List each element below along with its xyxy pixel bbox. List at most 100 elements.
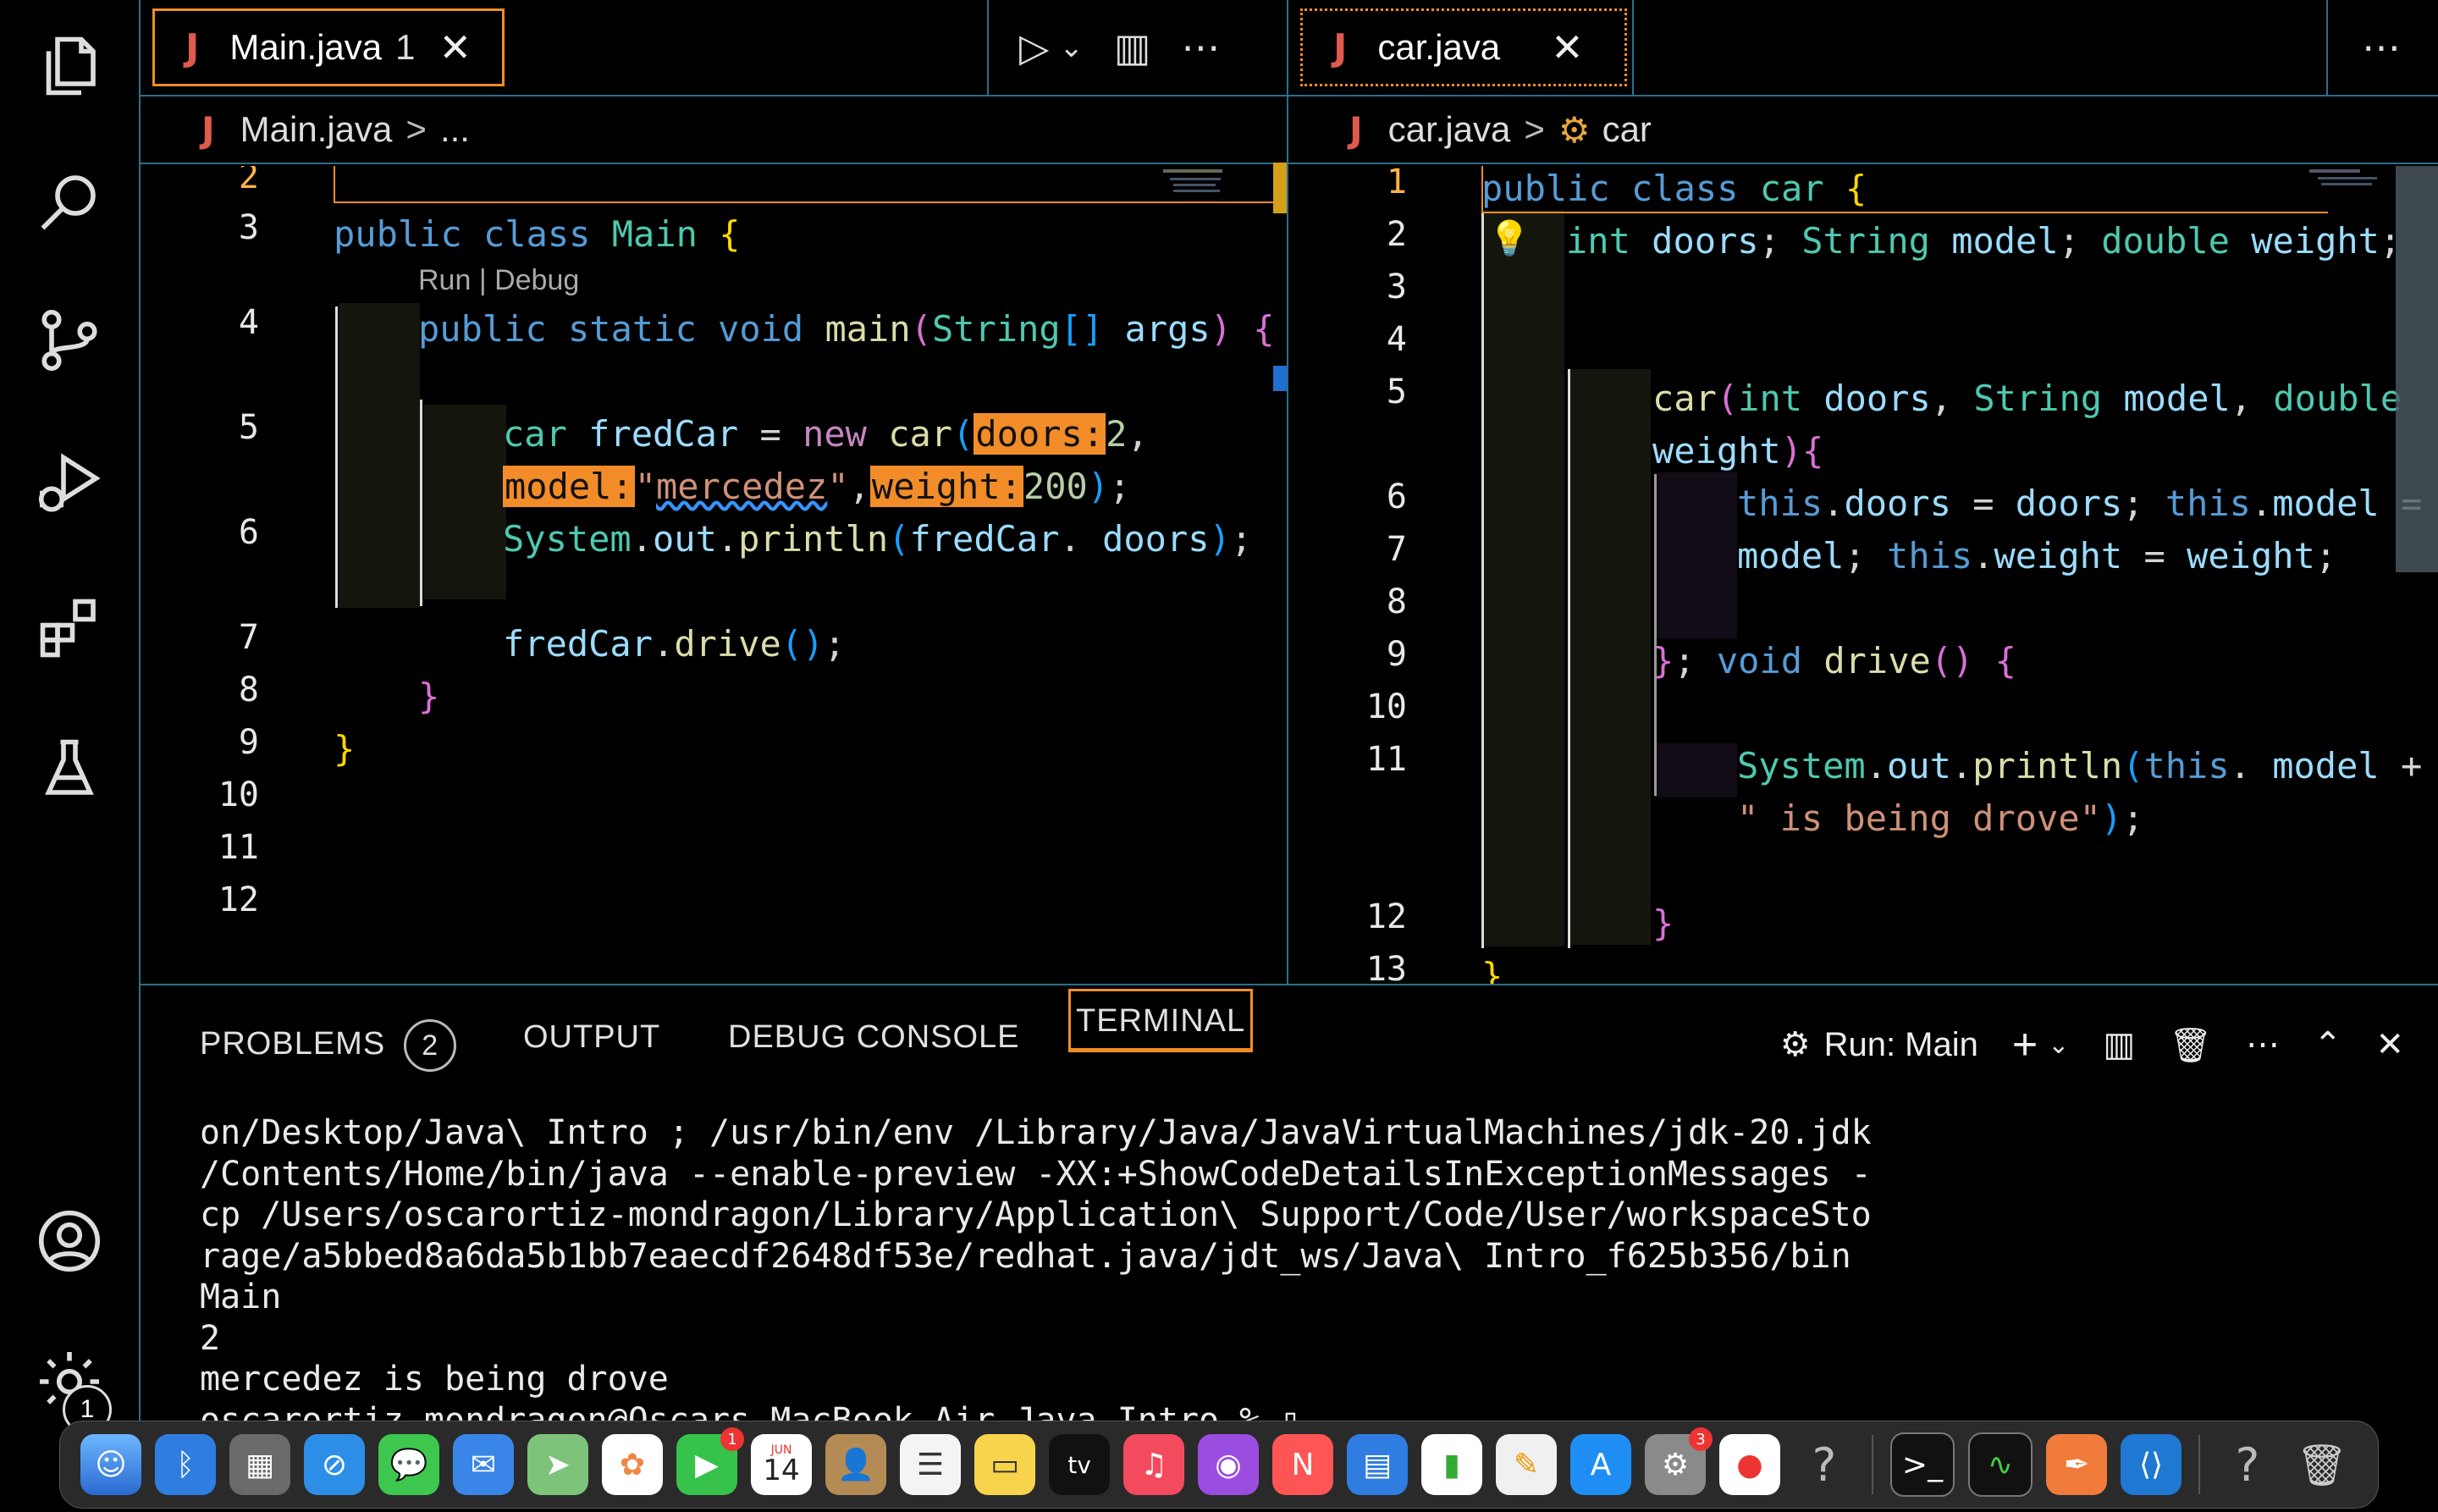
breadcrumb-separator: >: [1524, 109, 1545, 149]
vscode-icon[interactable]: ⟨⟩: [2121, 1434, 2182, 1495]
finder-icon[interactable]: ☺: [80, 1434, 141, 1495]
numbers-icon[interactable]: ▮: [1421, 1434, 1482, 1495]
tab-output[interactable]: OUTPUT: [523, 1019, 660, 1056]
bottom-panel: PROBLEMS 2 OUTPUT DEBUG CONSOLE TERMINAL …: [141, 984, 2438, 1454]
scrollbar-marker: [1273, 366, 1287, 391]
tab-problems[interactable]: PROBLEMS 2: [200, 1019, 457, 1072]
apple-tv-icon[interactable]: tv: [1049, 1434, 1110, 1495]
maximize-panel-icon[interactable]: ⌃: [2314, 1025, 2342, 1064]
breadcrumb-separator: >: [405, 109, 427, 149]
notes-icon[interactable]: ▭: [974, 1434, 1035, 1495]
code-line: System.out.println(fredCar. doors);: [503, 518, 1253, 560]
more-actions-icon[interactable]: ⋯: [2246, 1025, 2280, 1064]
terminal-output[interactable]: on/Desktop/Java\ Intro ; /usr/bin/env /L…: [200, 1112, 2353, 1441]
trash-icon[interactable]: 🗑: [2292, 1434, 2353, 1495]
class-symbol-icon: ⚙: [1558, 109, 1591, 150]
breadcrumb-symbol[interactable]: car: [1602, 109, 1652, 150]
unknown-app-icon[interactable]: ?: [1794, 1434, 1855, 1495]
chrome-icon[interactable]: ●: [1719, 1434, 1780, 1495]
app-store-icon[interactable]: A: [1570, 1434, 1631, 1495]
split-terminal-icon[interactable]: ▥: [2103, 1025, 2135, 1064]
terminal-app-icon[interactable]: >_: [1890, 1432, 1955, 1497]
split-editor-icon[interactable]: ▥: [1114, 25, 1150, 70]
line-number: 3: [238, 208, 259, 247]
lightbulb-icon[interactable]: 💡: [1488, 218, 1531, 258]
run-icon[interactable]: ▷: [1019, 25, 1049, 70]
safari-icon[interactable]: ⊘: [304, 1434, 365, 1495]
code-line: public class Main {: [334, 213, 741, 255]
breadcrumb-symbol[interactable]: ...: [440, 109, 470, 150]
settings-badge: 3: [1689, 1427, 1713, 1451]
tab-debug-console[interactable]: DEBUG CONSOLE: [728, 1019, 1020, 1056]
code-editor-car[interactable]: 1 2 3 4 5 6 7 8 9 10 11 12 13 public cla…: [1288, 166, 2438, 984]
testing-icon[interactable]: [30, 730, 108, 808]
tab-problems-label: PROBLEMS: [200, 1026, 386, 1062]
scrollbar-thumb[interactable]: [2396, 166, 2438, 572]
tab-terminal[interactable]: TERMINAL: [1068, 989, 1254, 1052]
java-file-icon: J: [185, 25, 200, 69]
line-number: 9: [238, 723, 259, 762]
pages-icon[interactable]: ✎: [1496, 1434, 1557, 1495]
breadcrumb-file[interactable]: car.java: [1388, 109, 1511, 150]
minimap[interactable]: [1163, 166, 1239, 208]
explorer-icon[interactable]: [30, 27, 108, 105]
editor-actions-right: ⋯: [2347, 8, 2416, 86]
code-editor-main[interactable]: 2 3 4 5 6 7 8 9 10 11 12 public class Ma…: [141, 166, 1287, 984]
account-icon[interactable]: [30, 1202, 108, 1280]
photos-icon[interactable]: ✿: [602, 1434, 663, 1495]
indent-shade: [1654, 472, 1737, 638]
sketch-app-icon[interactable]: ✒: [2046, 1434, 2107, 1495]
editor-actions-left: ▷ ⌄ ▥ ⋯: [1004, 8, 1235, 86]
podcasts-icon[interactable]: ◉: [1198, 1434, 1259, 1495]
source-control-icon[interactable]: [30, 301, 108, 379]
run-main-label[interactable]: Run: Main: [1824, 1026, 1978, 1064]
launchpad-icon[interactable]: ▦: [229, 1434, 290, 1495]
more-actions-icon[interactable]: ⋯: [1181, 25, 1220, 70]
editor-group-left: J Main.java 1 ✕ ▷ ⌄ ▥ ⋯ J Main.java > ..…: [141, 0, 1288, 984]
close-tab-icon[interactable]: ✕: [439, 25, 472, 70]
minimap[interactable]: [2309, 166, 2386, 208]
music-icon[interactable]: ♫: [1123, 1434, 1184, 1495]
line-number: 1: [1386, 166, 1407, 201]
line-number: 6: [1386, 477, 1407, 516]
news-icon[interactable]: N: [1272, 1434, 1333, 1495]
tab-main-java[interactable]: J Main.java 1 ✕: [152, 8, 505, 86]
bluetooth-icon[interactable]: ᛒ: [155, 1434, 216, 1495]
line-number: 2: [238, 166, 259, 196]
tab-actions-divider: [2326, 0, 2328, 95]
code-line: }: [334, 728, 356, 770]
run-dropdown-icon[interactable]: ⌄: [1059, 30, 1084, 64]
reminders-icon[interactable]: ☰: [900, 1434, 961, 1495]
keynote-icon[interactable]: ▤: [1347, 1434, 1408, 1495]
search-icon[interactable]: [30, 163, 108, 240]
facetime-icon[interactable]: ▶ 1: [676, 1427, 744, 1495]
mail-icon[interactable]: ✉: [453, 1434, 514, 1495]
facetime-badge: 1: [720, 1427, 744, 1451]
codelens-run-debug[interactable]: Run | Debug: [418, 264, 579, 297]
code-line: }: [418, 676, 440, 717]
chevron-down-icon[interactable]: ⌄: [2048, 1030, 2069, 1060]
terminal-line: 2: [200, 1318, 221, 1358]
close-tab-icon[interactable]: ✕: [1551, 25, 1584, 70]
messages-icon[interactable]: 💬: [378, 1434, 439, 1495]
breadcrumb-file[interactable]: Main.java: [240, 109, 393, 150]
more-actions-icon[interactable]: ⋯: [2362, 25, 2401, 70]
activity-bar: 1: [0, 0, 141, 1453]
new-terminal-icon[interactable]: +: [2012, 1019, 2038, 1070]
indent-shade: [1654, 743, 1737, 797]
scrollbar-marker: [1273, 163, 1287, 213]
trash-icon[interactable]: 🗑: [2169, 1025, 2212, 1065]
system-settings-icon[interactable]: ⚙ 3: [1645, 1427, 1713, 1495]
maps-icon[interactable]: ➤: [527, 1434, 588, 1495]
extensions-icon[interactable]: [30, 589, 108, 667]
tab-car-java[interactable]: J car.java ✕: [1300, 8, 1627, 86]
line-number: 5: [238, 408, 259, 447]
run-and-debug-icon[interactable]: [30, 445, 108, 523]
contacts-icon[interactable]: 👤: [825, 1434, 886, 1495]
calendar-icon[interactable]: JUN 14: [751, 1434, 812, 1495]
close-panel-icon[interactable]: ✕: [2375, 1025, 2404, 1064]
editor-group-right: J car.java ✕ ⋯ J car.java > ⚙ car 1 2 3 …: [1288, 0, 2438, 984]
unknown-app-icon[interactable]: ?: [2217, 1434, 2278, 1495]
activity-monitor-icon[interactable]: ∿: [1968, 1432, 2033, 1497]
code-line: System.out.println(this. model + " is be…: [1737, 745, 2423, 839]
